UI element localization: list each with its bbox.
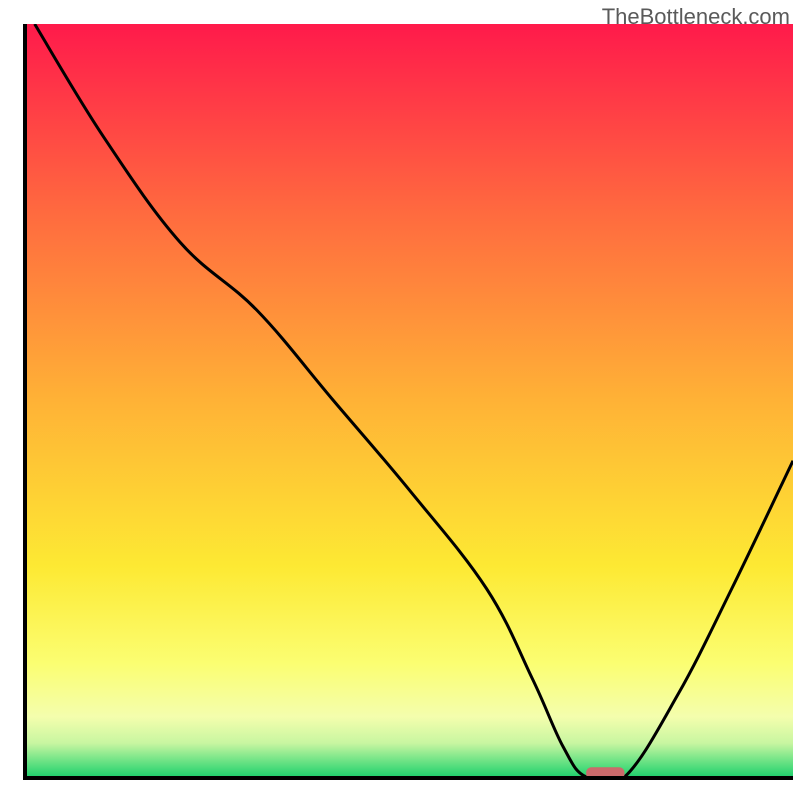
bottleneck-curve [35, 24, 793, 777]
chart-container: TheBottleneck.com [0, 0, 800, 800]
y-axis [23, 24, 27, 780]
x-axis [23, 776, 793, 780]
chart-svg [27, 24, 793, 777]
plot-area [27, 24, 793, 777]
watermark-label: TheBottleneck.com [602, 4, 790, 30]
